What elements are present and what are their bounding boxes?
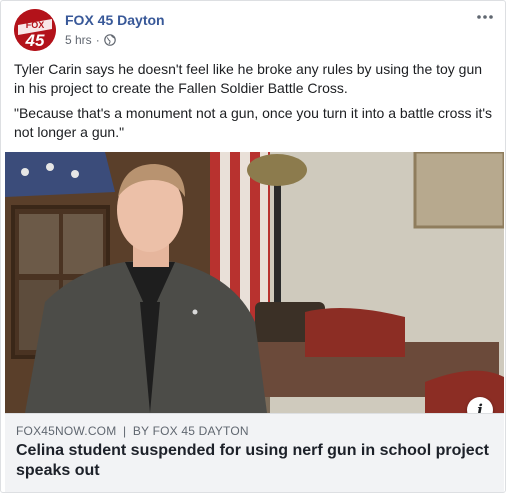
post-header: FOX 45 FOX 45 Dayton 5 hrs · <box>1 1 505 55</box>
post-paragraph: "Because that's a monument not a gun, on… <box>14 105 493 140</box>
post-paragraph: Tyler Carin says he doesn't feel like he… <box>14 61 483 96</box>
avatar-number: 45 <box>25 31 45 50</box>
post-text: Tyler Carin says he doesn't feel like he… <box>14 60 496 148</box>
link-preview[interactable]: FOX45NOW.COM | BY FOX 45 DAYTON Celina s… <box>5 413 504 492</box>
post-card: FOX 45 FOX 45 Dayton 5 hrs · Tyler Carin… <box>0 0 506 493</box>
avatar[interactable]: FOX 45 <box>14 9 56 51</box>
fox45-logo-icon: FOX 45 <box>14 9 56 51</box>
avatar-brand: FOX <box>26 20 45 30</box>
globe-icon <box>103 34 116 46</box>
post-timestamp[interactable]: 5 hrs <box>65 33 92 47</box>
student-photo <box>5 152 504 413</box>
page-name-link[interactable]: FOX 45 Dayton <box>65 12 165 28</box>
article-image[interactable] <box>5 152 504 413</box>
post-meta: 5 hrs · <box>65 33 116 47</box>
more-options-icon[interactable] <box>475 7 495 27</box>
meta-separator: · <box>95 33 100 47</box>
link-byline: BY FOX 45 DAYTON <box>132 424 249 438</box>
link-title[interactable]: Celina student suspended for using nerf … <box>16 441 496 481</box>
link-domain: FOX45NOW.COM <box>16 424 117 438</box>
link-source-line: FOX45NOW.COM | BY FOX 45 DAYTON <box>16 424 249 438</box>
link-divider: | <box>122 424 127 438</box>
